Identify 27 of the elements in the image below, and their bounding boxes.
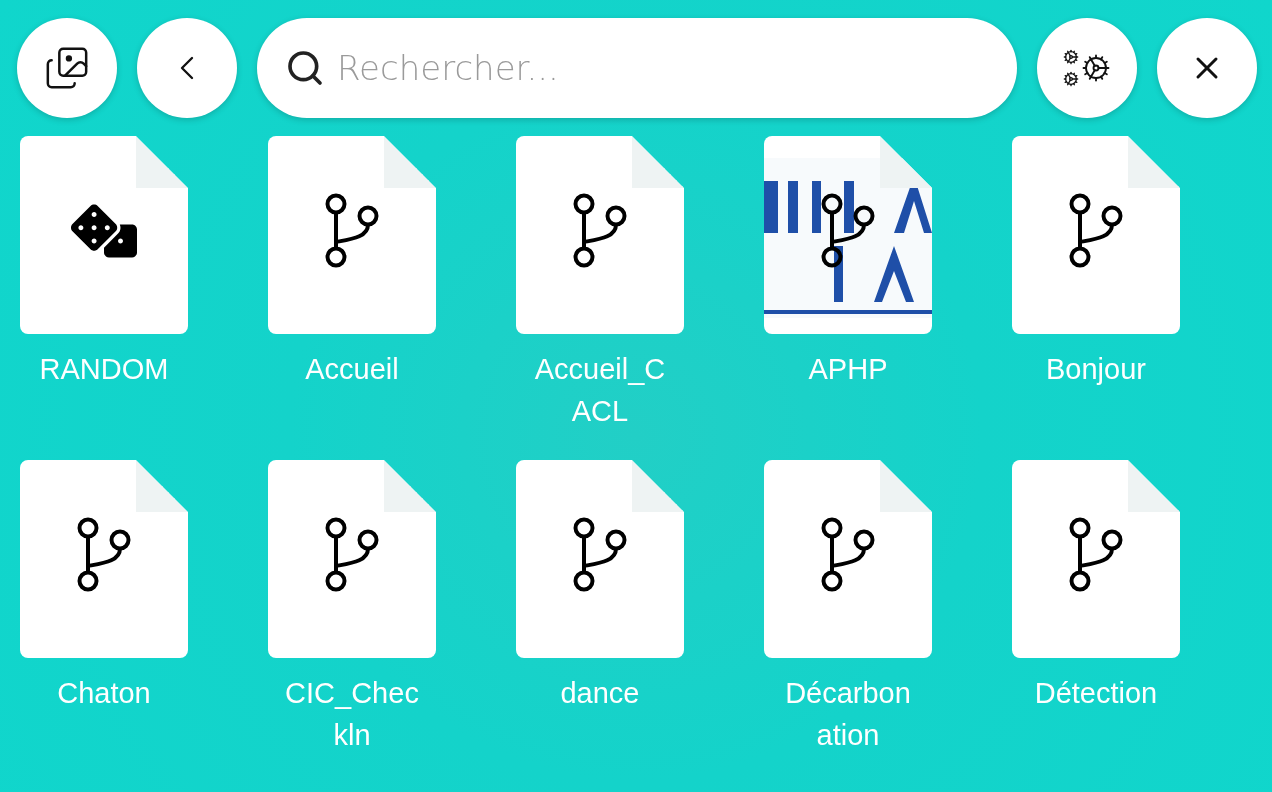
gears-icon	[1063, 49, 1111, 87]
file-card[interactable]	[764, 136, 932, 334]
file-card[interactable]	[764, 460, 932, 658]
settings-button[interactable]	[1037, 18, 1137, 118]
file-label: dance	[559, 676, 641, 711]
images-icon	[44, 45, 90, 91]
file-label: RANDOM	[38, 352, 170, 387]
file-label: CIC_Checkln	[284, 676, 420, 753]
file-label: Accueil_CACL	[533, 352, 667, 429]
file-card[interactable]	[20, 460, 188, 658]
file-label: Chaton	[56, 676, 152, 711]
file-label: Décarbonation	[784, 676, 912, 753]
file-card[interactable]	[268, 136, 436, 334]
file-card[interactable]	[20, 136, 188, 334]
file-label: APHP	[807, 352, 889, 387]
file-card[interactable]	[1012, 460, 1180, 658]
gallery-button[interactable]	[17, 18, 117, 118]
search-icon	[285, 48, 325, 88]
search-input[interactable]: Rechercher...	[335, 47, 989, 89]
file-card[interactable]	[516, 136, 684, 334]
file-card[interactable]	[268, 460, 436, 658]
search-field[interactable]: Rechercher...	[257, 18, 1017, 118]
file-label: Bonjour	[1045, 352, 1147, 387]
file-label: Détection	[1033, 676, 1159, 711]
file-card[interactable]	[1012, 136, 1180, 334]
file-card[interactable]	[516, 460, 684, 658]
file-label: Accueil	[304, 352, 400, 387]
